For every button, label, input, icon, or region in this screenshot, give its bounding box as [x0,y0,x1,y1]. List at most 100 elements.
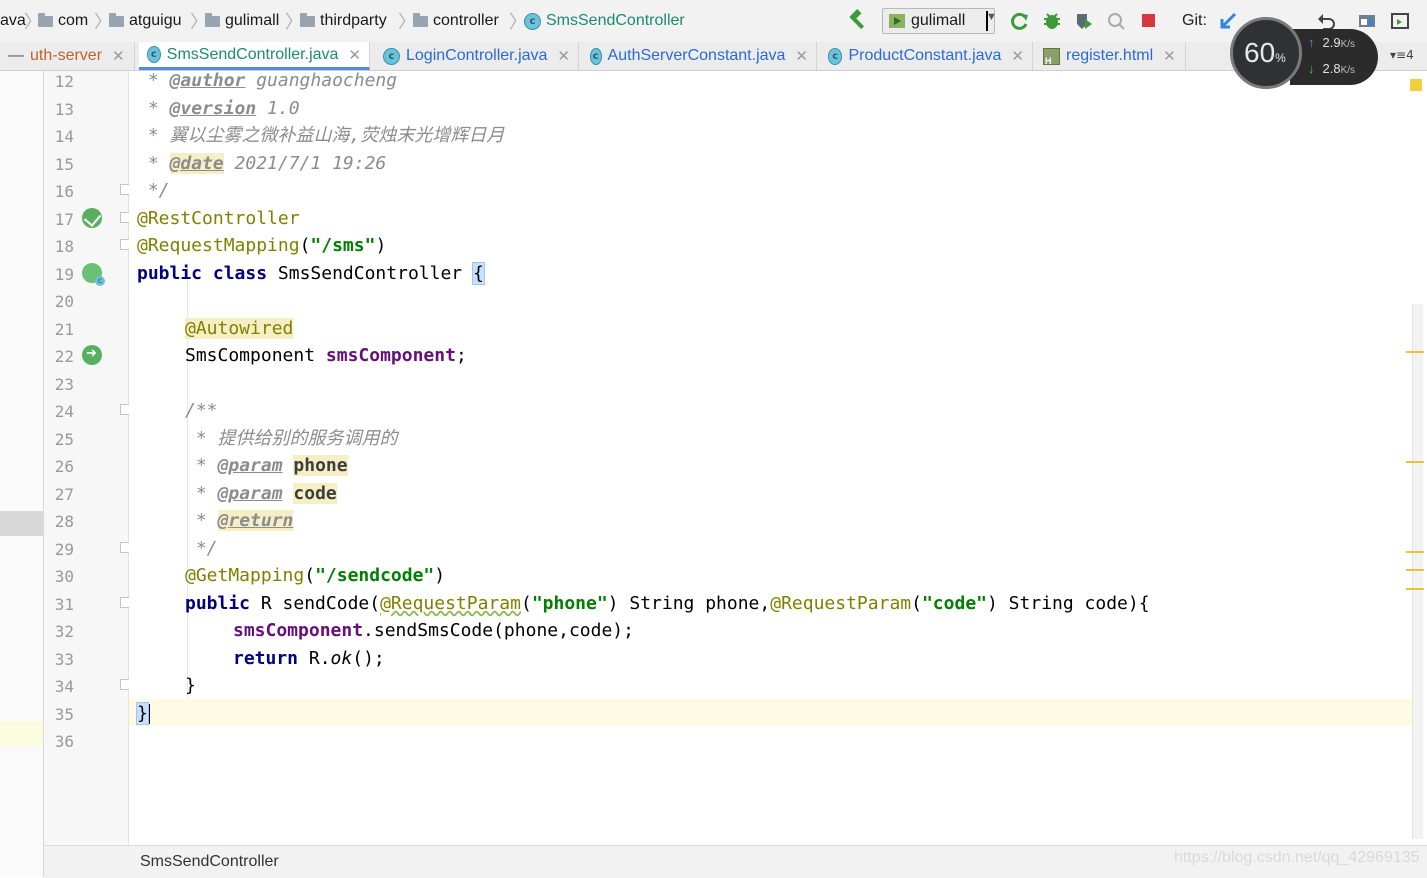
tab-register-html[interactable]: register.html ✕ [1035,42,1186,70]
error-stripe-mark[interactable] [1406,569,1424,571]
breadcrumb-item-thirdparty[interactable]: thirdparty [300,11,387,31]
token: "/sendcode" [315,565,435,586]
breadcrumb-label: thirdparty [320,12,387,29]
arrow-down-icon: ↓ [1308,61,1315,76]
usage-percent: 60% [1244,37,1286,69]
code-editor[interactable]: * @author guanghaocheng * @version 1.0 *… [129,71,1412,845]
project-panel-strip[interactable] [0,71,44,877]
line-number: 31 [54,595,74,614]
presentation-button[interactable] [1388,9,1412,33]
line-number: 16 [54,182,74,201]
tab-label: ProductConstant.java [848,47,1002,64]
tab-label: AuthServerConstant.java [607,47,786,64]
stop-icon [1142,14,1155,27]
bottom-breadcrumb-item[interactable]: SmsSendController [140,853,279,871]
percent-unit: % [1275,51,1286,65]
token: @RequestParam [380,593,521,614]
error-stripe-mark[interactable] [1406,351,1424,353]
token: code [293,483,337,504]
token: public [185,593,251,614]
error-stripe-mark[interactable] [1406,461,1424,463]
code-line-24: /** [185,397,218,424]
line-number: 20 [54,292,74,311]
token: * [137,71,170,91]
tab-authserverconstant[interactable]: c AuthServerConstant.java ✕ [582,42,817,70]
line-number: 23 [54,375,74,394]
text-caret [147,704,150,724]
tab-label: SmsSendController.java [166,45,339,63]
close-icon[interactable]: ✕ [1011,47,1024,65]
error-stripe-mark[interactable] [1406,588,1424,590]
code-line-14: * 翼以尘雾之微补益山海,荧烛末光增辉日月 [137,122,505,149]
token: * [185,483,218,504]
tabs-overflow-button[interactable]: ▾≡4 [1390,48,1414,62]
profiler-button[interactable] [1104,9,1128,33]
close-icon[interactable]: ✕ [795,47,808,65]
run-configuration-select[interactable]: gulimall ▼ [882,8,997,34]
token: R. [298,648,331,669]
token: * [137,98,170,119]
token: guanghaocheng [245,71,398,91]
download-speed: ↓ 2.8K/s [1308,61,1355,76]
rerun-button[interactable] [1008,9,1032,33]
close-icon[interactable]: ✕ [1163,47,1176,65]
speed-unit: K/s [1340,39,1356,50]
class-icon: c [147,46,161,63]
line-number: 18 [54,237,74,256]
line-number: 32 [54,622,74,641]
token: R sendCode( [250,593,381,614]
chevron-down-icon: ▼ [986,11,997,31]
close-icon[interactable]: ✕ [112,47,125,65]
inspection-status-icon[interactable] [1410,79,1422,91]
debug-button[interactable] [1040,9,1064,33]
close-icon[interactable]: ✕ [348,46,361,64]
stop-button[interactable] [1137,9,1161,33]
error-stripe-mark[interactable] [1406,551,1424,553]
line-number: 33 [54,650,74,669]
breadcrumb-item-atguigu[interactable]: atguigu [109,11,182,31]
upload-value: 2.9 [1322,35,1341,50]
token: @GetMapping [185,565,305,586]
breadcrumb-item-gulimall[interactable]: gulimall [205,11,279,31]
strip-current-line [0,721,43,746]
coverage-button[interactable] [1072,9,1096,33]
code-line-17: @RestController [137,205,300,232]
arrow-up-icon: ↑ [1308,35,1315,50]
spring-bean-icon[interactable] [82,208,102,228]
strip-highlight [0,511,43,536]
vertical-scrollbar[interactable] [1412,304,1423,839]
line-number: 19 [54,265,74,284]
token: @return [217,510,294,531]
token: @param [217,455,283,476]
editor-gutter[interactable]: 12 13 14 15 16 17 18 19 20 21 22 23 24 2… [44,71,131,845]
code-line-13: * @version 1.0 [137,95,300,122]
code-line-15: * @date 2021/7/1 19:26 [137,150,386,177]
shield-run-icon [1077,14,1092,29]
code-line-16: */ [137,177,170,204]
tab-logincontroller[interactable]: c LoginController.java ✕ [375,42,579,70]
code-line-12: * @author guanghaocheng [137,71,397,94]
download-value: 2.8 [1322,61,1341,76]
breadcrumb-item-com[interactable]: com [38,11,88,31]
folder-icon [205,13,220,27]
token: @RequestMapping [137,235,300,256]
breadcrumb-item-java[interactable]: ava [0,11,26,31]
build-hammer-button[interactable] [844,9,868,33]
close-icon[interactable]: ✕ [557,47,570,65]
spring-class-icon[interactable] [82,263,105,286]
line-number: 13 [54,100,74,119]
token: } [185,675,196,696]
token: phone [293,455,348,476]
token: "phone" [531,593,608,614]
tab-smssendcontroller[interactable]: c SmsSendController.java ✕ [139,42,370,70]
token: ( [299,235,311,256]
class-icon: c [828,47,843,65]
tab-productconstant[interactable]: c ProductConstant.java ✕ [820,42,1033,70]
network-speed-widget: 60% ↑ 2.9K/s ↓ 2.8K/s [1230,17,1378,92]
breadcrumb-item-controller[interactable]: controller [413,11,499,31]
autowired-navigate-icon[interactable] [82,345,102,365]
tab-auth-server[interactable]: — uth-server ✕ [0,42,135,70]
breadcrumb-item-class[interactable]: c SmsSendController [524,11,685,31]
token: smsComponent [325,345,456,366]
